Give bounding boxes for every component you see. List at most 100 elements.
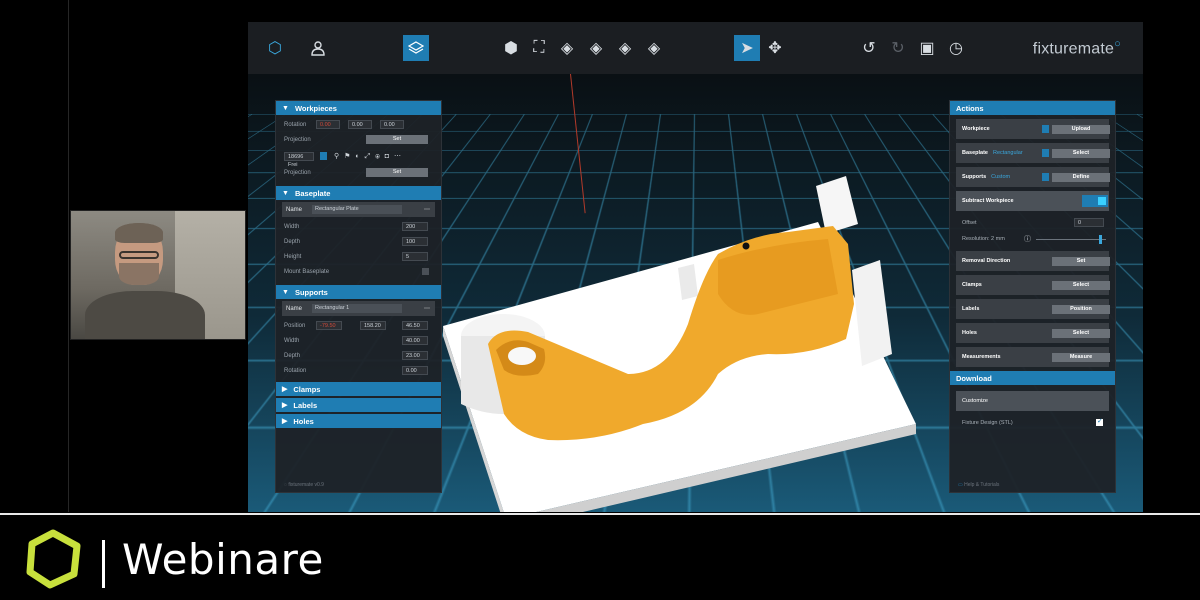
support-width-row: Width 40.00 [276,333,441,348]
support-depth-field[interactable]: 23.00 [402,351,428,360]
resolution-slider-track[interactable] [1036,239,1106,240]
define-button[interactable]: Define [1052,173,1110,182]
supports-toggle[interactable] [1042,173,1049,181]
labels-header[interactable]: ▶ Labels [276,398,441,412]
info-icon: ⓘ [1024,234,1031,244]
divider-line [68,0,69,512]
undo-icon[interactable]: ↺ [856,35,882,61]
toggle-knob [1098,197,1106,205]
baseplate-label: Baseplate [962,150,988,156]
layers-icon[interactable] [403,35,429,61]
fixture-design-label: Fixture Design (STL) [962,420,1013,426]
workpiece-file-name[interactable]: 18696 Frei [284,152,314,161]
rotation-x-field[interactable]: 0.00 [316,120,340,129]
baseplate-toggle[interactable] [1042,149,1049,157]
more-icon[interactable]: ⋯ [424,206,430,213]
mount-label: Mount Baseplate [284,269,329,275]
block-support-1[interactable] [816,176,858,234]
measure-button[interactable]: Measure [1052,353,1110,362]
clamps-select-button[interactable]: Select [1052,281,1110,290]
baseplate-name-row[interactable]: Name Rectangular Plate ⋯ [282,202,435,217]
rotation-y-field[interactable]: 0.00 [348,120,372,129]
baseplate-name-field[interactable]: Rectangular Plate [312,205,402,214]
projection-set-button[interactable]: Set [366,135,428,144]
holes-action-row: Holes Select [956,323,1109,343]
baseplate-action-row: Baseplate Rectangular Select [956,143,1109,163]
customize-label: Customize [962,398,988,404]
position-button[interactable]: Position [1052,305,1110,314]
mount-checkbox[interactable] [422,268,429,275]
rotation-label: Rotation [284,122,306,128]
brand-mark: ○ [1114,38,1121,50]
resolution-slider-thumb[interactable] [1099,235,1102,244]
depth-field[interactable]: 100 [402,237,428,246]
labels-action-row: Labels Position [956,299,1109,319]
fixture-design-row: Fixture Design (STL) [950,415,1115,431]
subtract-toggle[interactable] [1082,195,1108,207]
baseplate-select-button[interactable]: Select [1052,149,1110,158]
baseplate-header[interactable]: ▼ Baseplate [276,186,441,200]
cube-front-icon[interactable]: ◈ [554,35,580,61]
projection-set-button-2[interactable]: Set [366,168,428,177]
clamps-label: Clamps [962,282,982,288]
holes-header[interactable]: ▶ Holes [276,414,441,428]
hexagon-icon[interactable]: ⬡ [262,35,288,61]
subtract-label: Subtract Workpiece [962,198,1014,204]
offset-label: Offset [962,220,977,226]
supports-label: Supports [962,174,986,180]
cube-side-icon[interactable]: ◈ [583,35,609,61]
cube-top-icon[interactable]: ◈ [641,35,667,61]
clamps-action-row: Clamps Select [956,275,1109,295]
supports-action-row: Supports Custom Define [956,167,1109,187]
resolution-label: Resolution: 2 mm [962,236,1005,242]
position-x-field[interactable]: -79.50 [316,321,342,330]
more-icon[interactable]: ⋯ [424,305,430,312]
save-icon[interactable]: ▣ [914,35,940,61]
cube-solid-icon[interactable]: ⬢ [498,35,524,61]
baseplate-title: Baseplate [295,189,330,198]
offset-field[interactable]: 0 [1074,218,1104,227]
workpiece-toggle[interactable] [1042,125,1049,133]
presenter-beard [119,263,159,285]
help-footer[interactable]: ▭ Help & Tutorials [958,482,999,488]
top-toolbar: ⬡ ⬢ ⛶ ◈ ◈ ◈ ◈ ➤ ✥ ↺ ↻ ▣ ◷ fixturemate○ [248,22,1143,74]
position-z-field[interactable]: 46.50 [402,321,428,330]
holes-select-button[interactable]: Select [1052,329,1110,338]
supports-title: Supports [295,288,328,297]
collapse-arrow-icon: ▶ [282,417,287,425]
visibility-toggle[interactable] [320,152,327,160]
presenter-body [85,291,205,340]
support-name-field[interactable]: Rectangular 1 [312,304,402,313]
position-y-field[interactable]: 158.20 [360,321,386,330]
move-icon[interactable]: ✥ [762,35,788,61]
customize-row[interactable]: Customize [956,391,1109,411]
frame-icon[interactable]: ⛶ [526,35,552,61]
presenter-hair-top [115,223,163,243]
user-icon[interactable] [305,35,331,61]
resolution-row: Resolution: 2 mm ⓘ [950,231,1115,247]
removal-set-button[interactable]: Set [1052,257,1110,266]
height-field[interactable]: 5 [402,252,428,261]
support-rotation-field[interactable]: 0.00 [402,366,428,375]
fixture-design-checkbox[interactable] [1096,419,1103,426]
cursor-icon[interactable]: ➤ [734,35,760,61]
workpieces-title: Workpieces [295,104,337,113]
upload-button[interactable]: Upload [1052,125,1110,134]
webcam-video [70,210,246,340]
workpiece-tools-icon[interactable]: ⚲⚑◐⤢⦿◘⋯ [334,152,406,161]
projection-row-2: Projection Set [276,165,441,180]
workpiece-action-row: Workpiece Upload [956,119,1109,139]
clamps-header[interactable]: ▶ Clamps [276,382,441,396]
support-width-label: Width [284,338,299,344]
support-name-row[interactable]: Name Rectangular 1 ⋯ [282,301,435,316]
support-width-field[interactable]: 40.00 [402,336,428,345]
history-icon[interactable]: ◷ [943,35,969,61]
presenter-glasses [119,251,159,259]
cube-iso-icon[interactable]: ◈ [612,35,638,61]
rotation-z-field[interactable]: 0.00 [380,120,404,129]
supports-header[interactable]: ▼ Supports [276,285,441,299]
version-label: fixturemate v0.9 [288,482,324,488]
workpieces-header[interactable]: ▼ Workpieces [276,101,441,115]
redo-icon[interactable]: ↻ [885,35,911,61]
width-field[interactable]: 200 [402,222,428,231]
